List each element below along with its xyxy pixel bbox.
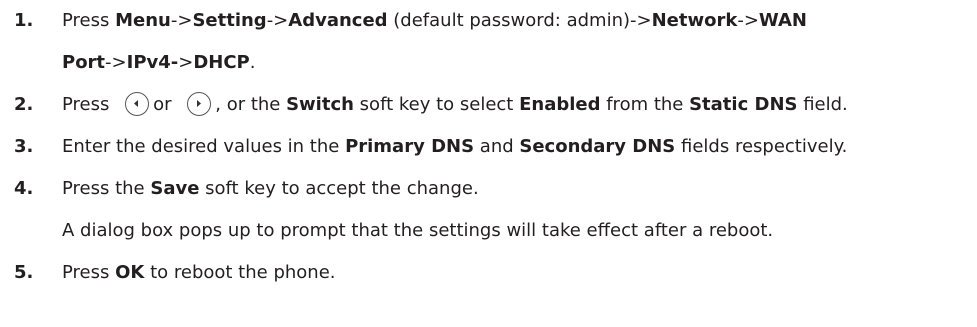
text: Press — [62, 262, 116, 283]
switch-term: Switch — [286, 94, 354, 115]
step-2-line: Press or , or the Switch soft key to sel… — [62, 84, 848, 126]
save-term: Save — [150, 178, 200, 199]
dhcp-term: DHCP — [193, 52, 250, 73]
step-number: 2. — [14, 94, 34, 115]
step-text: Press Menu->Setting->Advanced (default p… — [62, 0, 807, 84]
step-text: Press the Save soft key to accept the ch… — [62, 168, 773, 252]
text: soft key to select — [353, 94, 520, 115]
left-arrow-key-icon — [125, 92, 150, 116]
step-number: 3. — [14, 136, 34, 157]
arrow: -> — [737, 10, 759, 31]
secondary-dns-term: Secondary DNS — [519, 136, 676, 157]
step-text: Enter the desired values in the Primary … — [62, 126, 847, 168]
primary-dns-term: Primary DNS — [345, 136, 475, 157]
text: to reboot the phone. — [144, 262, 336, 283]
arrow: -> — [170, 10, 193, 31]
text: fields respectively. — [675, 136, 848, 157]
right-arrow-key-icon — [187, 92, 212, 116]
text: Press — [62, 10, 116, 31]
text: , or the — [215, 94, 287, 115]
step-1-line-2: Port->IPv4->DHCP. — [62, 42, 807, 84]
step-text: Press OK to reboot the phone. — [62, 252, 336, 294]
ipv4-term: IPv4- — [126, 52, 179, 73]
wan-term: WAN — [758, 10, 807, 31]
arrow: > — [178, 52, 194, 73]
step-number: 1. — [14, 10, 34, 31]
network-term: Network — [651, 10, 738, 31]
text: soft key to accept the change. — [199, 178, 479, 199]
text: or — [153, 94, 178, 115]
text: Press — [62, 94, 116, 115]
instruction-document: 1. Press Menu->Setting->Advanced (defaul… — [0, 0, 977, 327]
step-4-note: A dialog box pops up to prompt that the … — [62, 220, 774, 241]
step-4-line: Press the Save soft key to accept the ch… — [62, 168, 773, 210]
password-note: (default password: admin)-> — [387, 10, 652, 31]
menu-term: Menu — [115, 10, 171, 31]
enabled-term: Enabled — [519, 94, 601, 115]
text: field. — [797, 94, 848, 115]
text: from the — [600, 94, 690, 115]
ok-term: OK — [115, 262, 145, 283]
step-number: 5. — [14, 262, 34, 283]
arrow: -> — [266, 10, 289, 31]
static-dns-term: Static DNS — [689, 94, 798, 115]
setting-term: Setting — [192, 10, 267, 31]
text: and — [474, 136, 520, 157]
period: . — [249, 52, 256, 73]
advanced-term: Advanced — [288, 10, 388, 31]
port-term: Port — [62, 52, 106, 73]
step-1-line-1: Press Menu->Setting->Advanced (default p… — [62, 0, 807, 42]
arrow: -> — [105, 52, 127, 73]
step-text: Press or , or the Switch soft key to sel… — [62, 84, 848, 126]
step-3-line: Enter the desired values in the Primary … — [62, 126, 847, 168]
step-number: 4. — [14, 178, 34, 199]
step-5-line: Press OK to reboot the phone. — [62, 252, 336, 294]
text: Press the — [62, 178, 151, 199]
text: Enter the desired values in the — [62, 136, 346, 157]
